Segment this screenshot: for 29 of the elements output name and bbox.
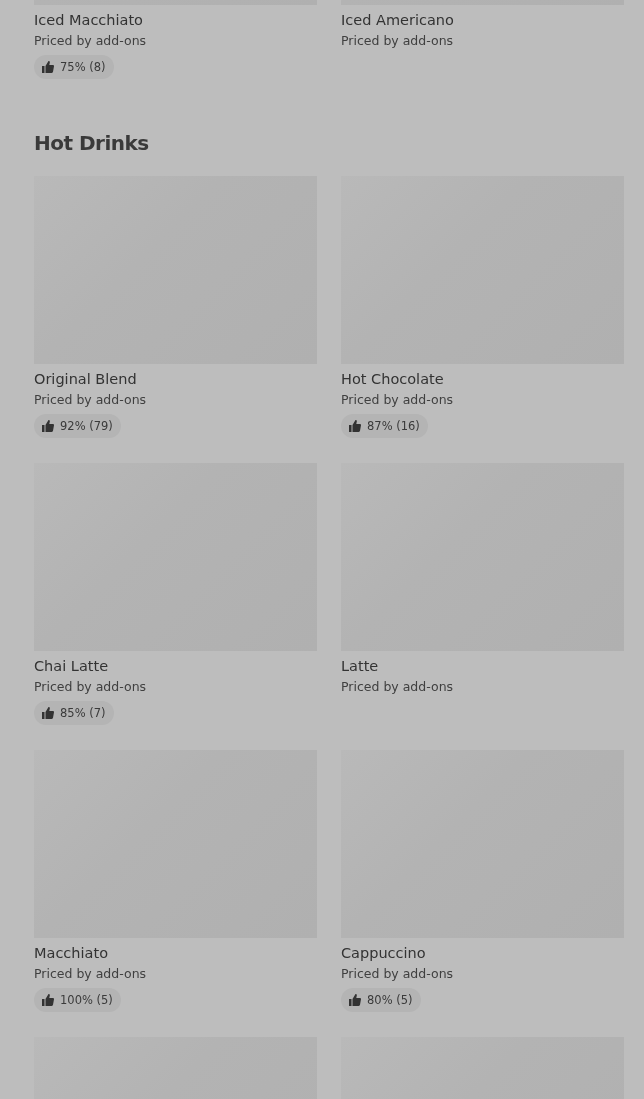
price-note: Priced by add-ons (34, 678, 147, 696)
product-name[interactable]: Cappuccino (341, 942, 426, 964)
rating-badge: 100% (5) (34, 988, 121, 1012)
rating-badge: 92% (79) (34, 414, 121, 438)
product-name[interactable]: Chai Latte (34, 655, 109, 677)
price-note: Priced by add-ons (34, 391, 147, 409)
price-note: Priced by add-ons (34, 32, 147, 50)
product-name[interactable]: Iced Macchiato (34, 9, 143, 31)
thumbs-up-icon (349, 994, 361, 1006)
rating-badge: 80% (5) (341, 988, 421, 1012)
product-name[interactable]: Macchiato (34, 942, 108, 964)
thumbs-up-icon (42, 420, 54, 432)
thumbs-up-icon (42, 994, 54, 1006)
rating-badge: 87% (16) (341, 414, 428, 438)
thumbs-up-icon (42, 707, 54, 719)
rating-badge: 75% (8) (34, 55, 114, 79)
price-note: Priced by add-ons (341, 391, 454, 409)
rating-badge: 85% (7) (34, 701, 114, 725)
price-note: Priced by add-ons (341, 965, 454, 983)
section-heading: Hot Drinks (34, 130, 150, 157)
product-name[interactable]: Iced Americano (341, 9, 454, 31)
price-note: Priced by add-ons (341, 678, 454, 696)
thumbs-up-icon (42, 61, 54, 73)
product-name[interactable]: Hot Chocolate (341, 368, 444, 390)
product-name[interactable]: Original Blend (34, 368, 137, 390)
price-note: Priced by add-ons (341, 32, 454, 50)
price-note: Priced by add-ons (34, 965, 147, 983)
thumbs-up-icon (349, 420, 361, 432)
product-name[interactable]: Latte (341, 655, 379, 677)
